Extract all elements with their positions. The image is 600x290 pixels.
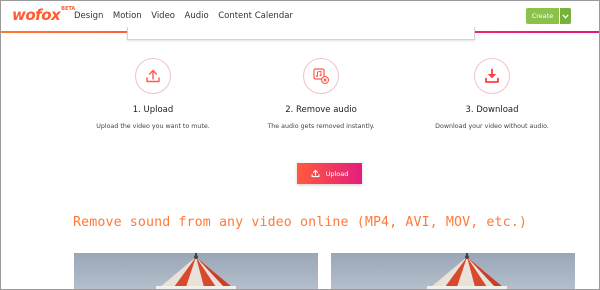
page-frame: wofox BETA Design Motion Video Audio Con…	[0, 0, 600, 290]
logo-text: wofox	[12, 6, 61, 24]
remove-audio-icon	[313, 68, 330, 85]
download-icon	[485, 68, 499, 83]
create-button[interactable]: Create	[526, 8, 559, 24]
chevron-down-icon	[562, 13, 569, 19]
step-description: Upload the video you want to mute.	[96, 123, 210, 130]
upload-icon	[311, 169, 320, 178]
create-button-group: Create	[526, 8, 571, 24]
nav-design[interactable]: Design	[74, 11, 103, 21]
upload-button-label: Upload	[325, 169, 349, 178]
step-description: Download your video without audio.	[435, 123, 549, 130]
step-description: The audio gets removed instantly.	[267, 123, 375, 130]
video-thumbnail[interactable]	[331, 253, 575, 289]
carousel-image	[156, 253, 236, 289]
nav-video[interactable]: Video	[151, 11, 175, 21]
step-upload: 1. Upload Upload the video you want to m…	[73, 58, 233, 130]
step-remove-audio: 2. Remove audio The audio gets removed i…	[241, 58, 401, 130]
upload-icon	[146, 69, 160, 83]
carousel-image	[427, 253, 507, 289]
create-dropdown-toggle[interactable]	[560, 8, 571, 24]
nav-audio[interactable]: Audio	[185, 11, 209, 21]
step-remove-audio-icon-circle	[303, 58, 339, 94]
upload-panel-edge	[127, 27, 475, 40]
video-thumbnail[interactable]	[74, 253, 318, 289]
step-upload-icon-circle	[135, 58, 171, 94]
section-heading: Remove sound from any video online (MP4,…	[73, 215, 527, 230]
step-title: 3. Download	[465, 105, 519, 115]
nav-motion[interactable]: Motion	[113, 11, 142, 21]
step-title: 2. Remove audio	[285, 105, 357, 115]
scrollbar-track[interactable]	[589, 33, 599, 289]
step-title: 1. Upload	[132, 105, 174, 115]
nav-content-calendar[interactable]: Content Calendar	[218, 11, 293, 21]
step-download: 3. Download Download your video without …	[412, 58, 572, 130]
upload-button[interactable]: Upload	[297, 163, 362, 184]
step-download-icon-circle	[474, 58, 510, 94]
wofox-logo[interactable]: wofox BETA	[12, 5, 75, 27]
